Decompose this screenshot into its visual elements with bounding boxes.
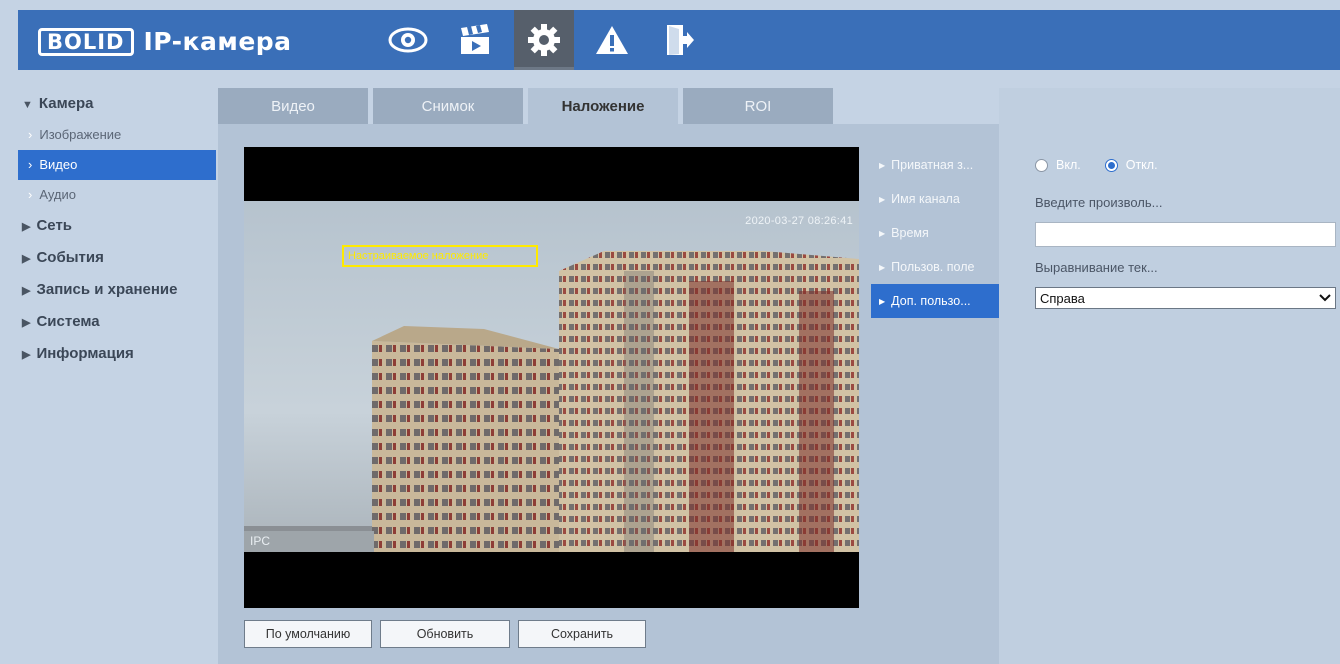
enable-radio-group: Вкл. Откл. xyxy=(1035,148,1340,182)
nav-logout[interactable] xyxy=(650,10,710,70)
nav-playback[interactable] xyxy=(446,10,506,70)
action-buttons: По умолчанию Обновить Сохранить xyxy=(244,620,654,648)
radio-circle-icon xyxy=(1035,158,1048,172)
chevron-right-icon: › xyxy=(28,157,33,172)
sidebar-item-image[interactable]: › Изображение xyxy=(18,120,218,150)
timestamp-overlay: 2020-03-27 08:26:41 xyxy=(745,215,853,227)
chevron-right-icon: › xyxy=(28,187,33,202)
channel-label: IPC xyxy=(250,534,271,548)
triangle-right-icon: ▶ xyxy=(879,297,886,306)
nav-settings[interactable] xyxy=(514,10,574,70)
default-button[interactable]: По умолчанию xyxy=(244,620,372,648)
camera-image: 2020-03-27 08:26:41 Настраиваемое наложе… xyxy=(244,201,859,552)
overlay-item-time[interactable]: ▶ Время xyxy=(871,216,999,250)
custom-overlay-box[interactable]: Настраиваемое наложение xyxy=(342,245,538,267)
triangle-right-icon: ▶ xyxy=(22,221,31,233)
sidebar-group-label: Информация xyxy=(36,345,134,362)
sidebar-group-label: События xyxy=(36,249,104,266)
chevron-down-icon xyxy=(1319,294,1331,302)
radio-off-label: Откл. xyxy=(1125,158,1158,172)
overlay-item-label: Доп. пользо... xyxy=(891,294,971,308)
sidebar-group-system[interactable]: ▶ Система xyxy=(18,306,218,338)
logo: BOLID IP-камера xyxy=(38,27,292,56)
overlay-settings: Вкл. Откл. Введите произволь... Выравнив… xyxy=(1035,148,1340,309)
sidebar-group-camera[interactable]: ▼ Камера xyxy=(18,88,218,120)
radio-off[interactable]: Откл. xyxy=(1104,158,1158,172)
sidebar-group-label: Запись и хранение xyxy=(36,281,178,298)
overlay-item-label: Время xyxy=(891,226,929,240)
overlay-item-label: Имя канала xyxy=(891,192,960,206)
overlay-item-extra-user[interactable]: ▶ Доп. пользо... xyxy=(871,284,999,318)
triangle-right-icon: ▶ xyxy=(22,317,31,329)
radio-on-label: Вкл. xyxy=(1056,158,1081,172)
overlay-item-user-field[interactable]: ▶ Пользов. поле xyxy=(871,250,999,284)
sidebar-item-label: Аудио xyxy=(39,187,77,202)
content-area: Видео Снимок Наложение ROI 2020-03-27 08… xyxy=(218,88,1340,664)
triangle-right-icon: ▶ xyxy=(879,161,886,170)
triangle-right-icon: ▶ xyxy=(22,253,31,265)
sidebar-group-events[interactable]: ▶ События xyxy=(18,242,218,274)
logout-icon xyxy=(667,25,694,55)
text-align-value: Справа xyxy=(1040,290,1085,306)
triangle-right-icon: ▶ xyxy=(22,349,31,361)
nav-alarm[interactable] xyxy=(582,10,642,70)
top-header: BOLID IP-камера xyxy=(18,10,1340,70)
text-align-select[interactable]: Справа xyxy=(1035,287,1336,309)
triangle-right-icon: ▶ xyxy=(22,285,31,297)
app-title: IP-камера xyxy=(143,27,292,56)
video-preview[interactable]: 2020-03-27 08:26:41 Настраиваемое наложе… xyxy=(244,147,859,608)
tab-overlay[interactable]: Наложение xyxy=(528,88,678,124)
sidebar-item-label: Видео xyxy=(39,157,78,172)
nav-live-view[interactable] xyxy=(378,10,438,70)
sidebar-group-storage[interactable]: ▶ Запись и хранение xyxy=(18,274,218,306)
sidebar: ▼ Камера › Изображение › Видео › Аудио ▶ Сеть… xyxy=(18,88,218,370)
tab-roi[interactable]: ROI xyxy=(683,88,833,124)
warning-icon xyxy=(596,26,628,54)
brand-logo: BOLID xyxy=(38,27,134,56)
tab-video[interactable]: Видео xyxy=(218,88,368,124)
eye-icon xyxy=(388,27,428,53)
sidebar-group-info[interactable]: ▶ Информация xyxy=(18,338,218,370)
custom-text-label: Введите произволь... xyxy=(1035,195,1163,210)
save-button[interactable]: Сохранить xyxy=(518,620,646,648)
sidebar-item-label: Изображение xyxy=(39,127,122,142)
sidebar-group-label: Сеть xyxy=(36,217,73,234)
text-align-label: Выравнивание тек... xyxy=(1035,260,1158,275)
custom-text-input[interactable] xyxy=(1035,222,1336,247)
refresh-button[interactable]: Обновить xyxy=(380,620,510,648)
triangle-right-icon: ▶ xyxy=(879,195,886,204)
overlay-item-label: Пользов. поле xyxy=(891,260,975,274)
triangle-right-icon: ▶ xyxy=(879,263,886,272)
clapperboard-icon xyxy=(461,24,489,54)
overlay-item-label: Приватная з... xyxy=(891,158,974,172)
gear-icon xyxy=(528,24,560,56)
sidebar-item-video[interactable]: › Видео xyxy=(18,150,216,180)
tab-snapshot[interactable]: Снимок xyxy=(373,88,523,124)
buildings-image xyxy=(244,251,859,552)
main-nav xyxy=(378,10,718,70)
sidebar-group-network[interactable]: ▶ Сеть xyxy=(18,210,218,242)
sidebar-group-label: Камера xyxy=(38,95,94,112)
overlay-item-channel-name[interactable]: ▶ Имя канала xyxy=(871,182,999,216)
radio-on[interactable]: Вкл. xyxy=(1035,158,1081,172)
overlay-type-list: ▶ Приватная з... ▶ Имя канала ▶ Время ▶ Поль… xyxy=(871,148,999,318)
chevron-right-icon: › xyxy=(28,127,33,142)
triangle-right-icon: ▶ xyxy=(879,229,886,238)
sidebar-group-label: Система xyxy=(36,313,100,330)
radio-selected-icon xyxy=(1104,158,1118,172)
overlay-item-privacy[interactable]: ▶ Приватная з... xyxy=(871,148,999,182)
sidebar-item-audio[interactable]: › Аудио xyxy=(18,180,218,210)
triangle-down-icon: ▼ xyxy=(22,99,33,111)
